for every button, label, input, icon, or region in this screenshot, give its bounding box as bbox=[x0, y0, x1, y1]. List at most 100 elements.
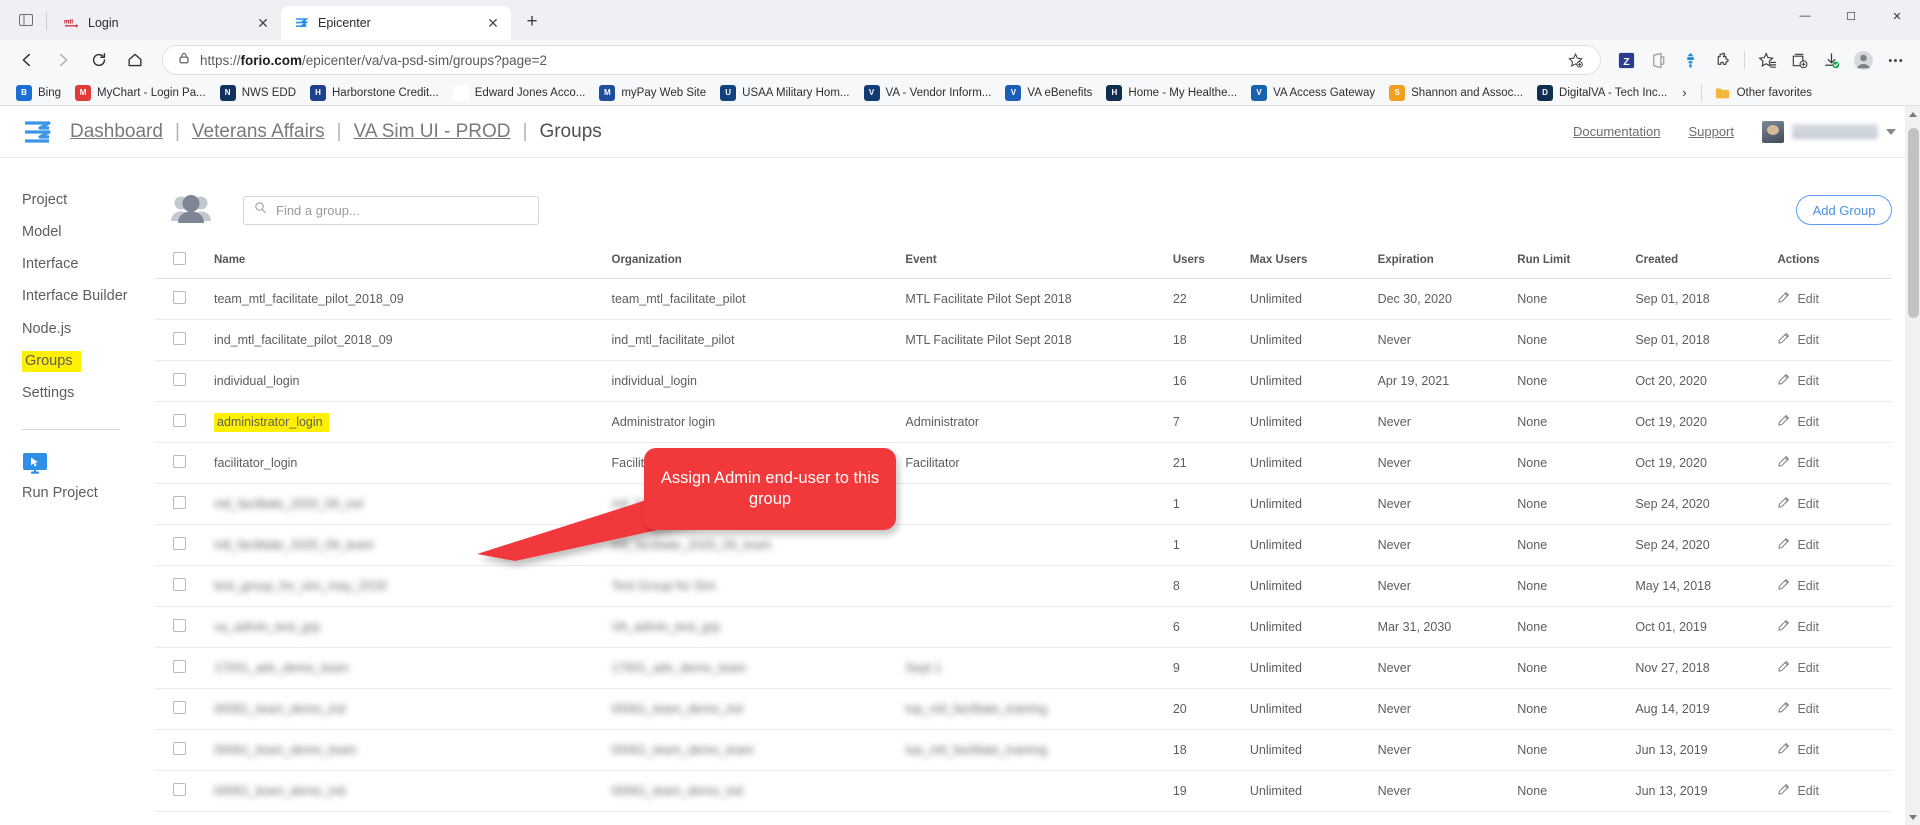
scrollbar-thumb[interactable] bbox=[1908, 128, 1919, 318]
table-row[interactable]: 00061_team_demo_ind 00061_team_demo_ind 19… bbox=[155, 770, 1892, 812]
table-row[interactable]: administrator_login Administrator login Ad… bbox=[155, 401, 1892, 443]
collections-add-icon[interactable] bbox=[1784, 45, 1814, 75]
table-row[interactable]: individual_login individual_login 16 Unlimi… bbox=[155, 360, 1892, 402]
bookmark-item[interactable]: H Home - My Healthe... bbox=[1100, 82, 1243, 104]
favorite-add-icon[interactable] bbox=[1560, 45, 1590, 75]
chevron-down-icon[interactable] bbox=[1886, 128, 1896, 135]
reload-icon[interactable] bbox=[82, 43, 116, 77]
row-checkbox[interactable] bbox=[173, 783, 186, 796]
bookmarks-overflow-button[interactable]: › bbox=[1675, 82, 1693, 103]
sidebar-item-node-js[interactable]: Node.js bbox=[22, 313, 155, 345]
row-checkbox[interactable] bbox=[173, 455, 186, 468]
collections-icon[interactable] bbox=[1675, 45, 1705, 75]
bookmark-item[interactable]: M MyChart - Login Pa... bbox=[69, 82, 212, 104]
sidebar-item-model[interactable]: Model bbox=[22, 216, 155, 248]
row-checkbox[interactable] bbox=[173, 373, 186, 386]
table-row[interactable]: test_group_for_sim_may_2018 Test Group fo… bbox=[155, 565, 1892, 607]
row-checkbox[interactable] bbox=[173, 291, 186, 304]
row-checkbox[interactable] bbox=[173, 578, 186, 591]
row-checkbox[interactable] bbox=[173, 496, 186, 509]
breadcrumb-item-dashboard[interactable]: Dashboard bbox=[70, 121, 163, 143]
bookmark-item[interactable]: H Harborstone Credit... bbox=[304, 82, 445, 104]
bookmark-item[interactable]: D DigitalVA - Tech Inc... bbox=[1531, 82, 1673, 104]
edit-button[interactable]: Edit bbox=[1777, 578, 1886, 594]
documentation-link[interactable]: Documentation bbox=[1573, 124, 1660, 139]
table-row[interactable]: mtl_facilitate_2020_09_team mtl_facilitat… bbox=[155, 524, 1892, 566]
sidebar-item-interface-builder[interactable]: Interface Builder bbox=[22, 280, 155, 312]
sidebar-item-interface[interactable]: Interface bbox=[22, 248, 155, 280]
table-row[interactable]: facilitator_loginFacilitator LoginFacili… bbox=[155, 442, 1892, 484]
tab-search-icon[interactable] bbox=[6, 0, 46, 40]
column-header-max-users[interactable]: Max Users bbox=[1243, 244, 1372, 279]
close-window-button[interactable]: ✕ bbox=[1874, 0, 1920, 32]
row-checkbox[interactable] bbox=[173, 660, 186, 673]
user-menu[interactable] bbox=[1762, 120, 1896, 143]
browser-tab-epicenter[interactable]: Epicenter ✕ bbox=[281, 6, 511, 40]
breadcrumb-item-va-sim-ui-prod[interactable]: VA Sim UI - PROD bbox=[354, 121, 511, 143]
run-project-button[interactable] bbox=[22, 452, 155, 474]
run-project-label[interactable]: Run Project bbox=[22, 484, 155, 509]
column-header-event[interactable]: Event bbox=[899, 244, 1167, 279]
home-icon[interactable] bbox=[118, 43, 152, 77]
support-link[interactable]: Support bbox=[1688, 124, 1734, 139]
close-icon[interactable]: ✕ bbox=[253, 13, 273, 33]
sidebar-item-groups[interactable]: Groups bbox=[22, 345, 155, 377]
breadcrumb-item-veterans-affairs[interactable]: Veterans Affairs bbox=[192, 121, 325, 143]
address-bar[interactable]: https://forio.com/epicenter/va/va-psd-si… bbox=[162, 45, 1601, 75]
table-row[interactable]: 00061_team_demo_team 00061_team_demo_team… bbox=[155, 729, 1892, 771]
settings-more-icon[interactable] bbox=[1880, 45, 1910, 75]
bookmark-item[interactable]: E Edward Jones Acco... bbox=[447, 82, 592, 104]
column-header-name[interactable]: Name bbox=[208, 244, 606, 279]
table-row[interactable]: 17001_adv_demo_team 17001_adv_demo_team Se… bbox=[155, 647, 1892, 689]
bookmark-item[interactable]: V VA eBenefits bbox=[999, 82, 1098, 104]
edit-button[interactable]: Edit bbox=[1777, 496, 1886, 512]
column-header-organization[interactable]: Organization bbox=[605, 244, 900, 279]
extensions-icon[interactable] bbox=[1707, 45, 1737, 75]
column-header-expiration[interactable]: Expiration bbox=[1371, 244, 1512, 279]
row-checkbox[interactable] bbox=[173, 414, 186, 427]
back-arrow-icon[interactable] bbox=[10, 43, 44, 77]
epicenter-logo-icon[interactable] bbox=[22, 117, 52, 147]
row-checkbox[interactable] bbox=[173, 701, 186, 714]
edit-button[interactable]: Edit bbox=[1777, 414, 1886, 430]
other-favorites-folder[interactable]: Other favorites bbox=[1709, 82, 1818, 104]
browser-tab-login[interactable]: mtl Login ✕ bbox=[51, 6, 281, 40]
close-icon[interactable]: ✕ bbox=[483, 13, 503, 33]
edit-button[interactable]: Edit bbox=[1777, 701, 1886, 717]
profile-icon[interactable] bbox=[1848, 45, 1878, 75]
column-header-created[interactable]: Created bbox=[1629, 244, 1772, 279]
column-header-run-limit[interactable]: Run Limit bbox=[1511, 244, 1630, 279]
edit-button[interactable]: Edit bbox=[1777, 291, 1886, 307]
edit-button[interactable]: Edit bbox=[1777, 742, 1886, 758]
new-tab-button[interactable]: + bbox=[517, 7, 547, 37]
bookmark-item[interactable]: N NWS EDD bbox=[214, 82, 302, 104]
zotero-icon[interactable]: Z bbox=[1611, 45, 1641, 75]
table-row[interactable]: team_mtl_facilitate_pilot_2018_09 team_mt… bbox=[155, 278, 1892, 320]
row-checkbox[interactable] bbox=[173, 619, 186, 632]
row-checkbox[interactable] bbox=[173, 332, 186, 345]
add-group-button[interactable]: Add Group bbox=[1796, 195, 1892, 225]
column-header-users[interactable]: Users bbox=[1166, 244, 1244, 279]
scroll-down-arrow-icon[interactable] bbox=[1909, 815, 1917, 820]
maximize-button[interactable]: ☐ bbox=[1828, 0, 1874, 32]
office-icon[interactable] bbox=[1643, 45, 1673, 75]
edit-button[interactable]: Edit bbox=[1777, 332, 1886, 348]
table-row[interactable]: va_admin_test_grp VA_admin_test_grp 6 Unlim… bbox=[155, 606, 1892, 648]
bookmark-item[interactable]: V VA - Vendor Inform... bbox=[858, 82, 998, 104]
row-checkbox[interactable] bbox=[173, 537, 186, 550]
sidebar-item-project[interactable]: Project bbox=[22, 184, 155, 216]
edit-button[interactable]: Edit bbox=[1777, 783, 1886, 799]
edit-button[interactable]: Edit bbox=[1777, 455, 1886, 471]
table-row[interactable]: 00061_team_demo_ind 00061_team_demo_ind to… bbox=[155, 688, 1892, 730]
bookmark-item[interactable]: V VA Access Gateway bbox=[1245, 82, 1381, 104]
bookmark-item[interactable]: U USAA Military Hom... bbox=[714, 82, 855, 104]
edit-button[interactable]: Edit bbox=[1777, 537, 1886, 553]
scroll-up-arrow-icon[interactable] bbox=[1909, 112, 1917, 117]
search-input[interactable]: Find a group... bbox=[243, 195, 539, 225]
bookmark-item[interactable]: S Shannon and Assoc... bbox=[1383, 82, 1529, 104]
edit-button[interactable]: Edit bbox=[1777, 619, 1886, 635]
edit-button[interactable]: Edit bbox=[1777, 660, 1886, 676]
table-row[interactable]: mtl_facilitate_2020_09_indmtl_facilitate… bbox=[155, 483, 1892, 525]
downloads-icon[interactable] bbox=[1816, 45, 1846, 75]
edit-button[interactable]: Edit bbox=[1777, 373, 1886, 389]
